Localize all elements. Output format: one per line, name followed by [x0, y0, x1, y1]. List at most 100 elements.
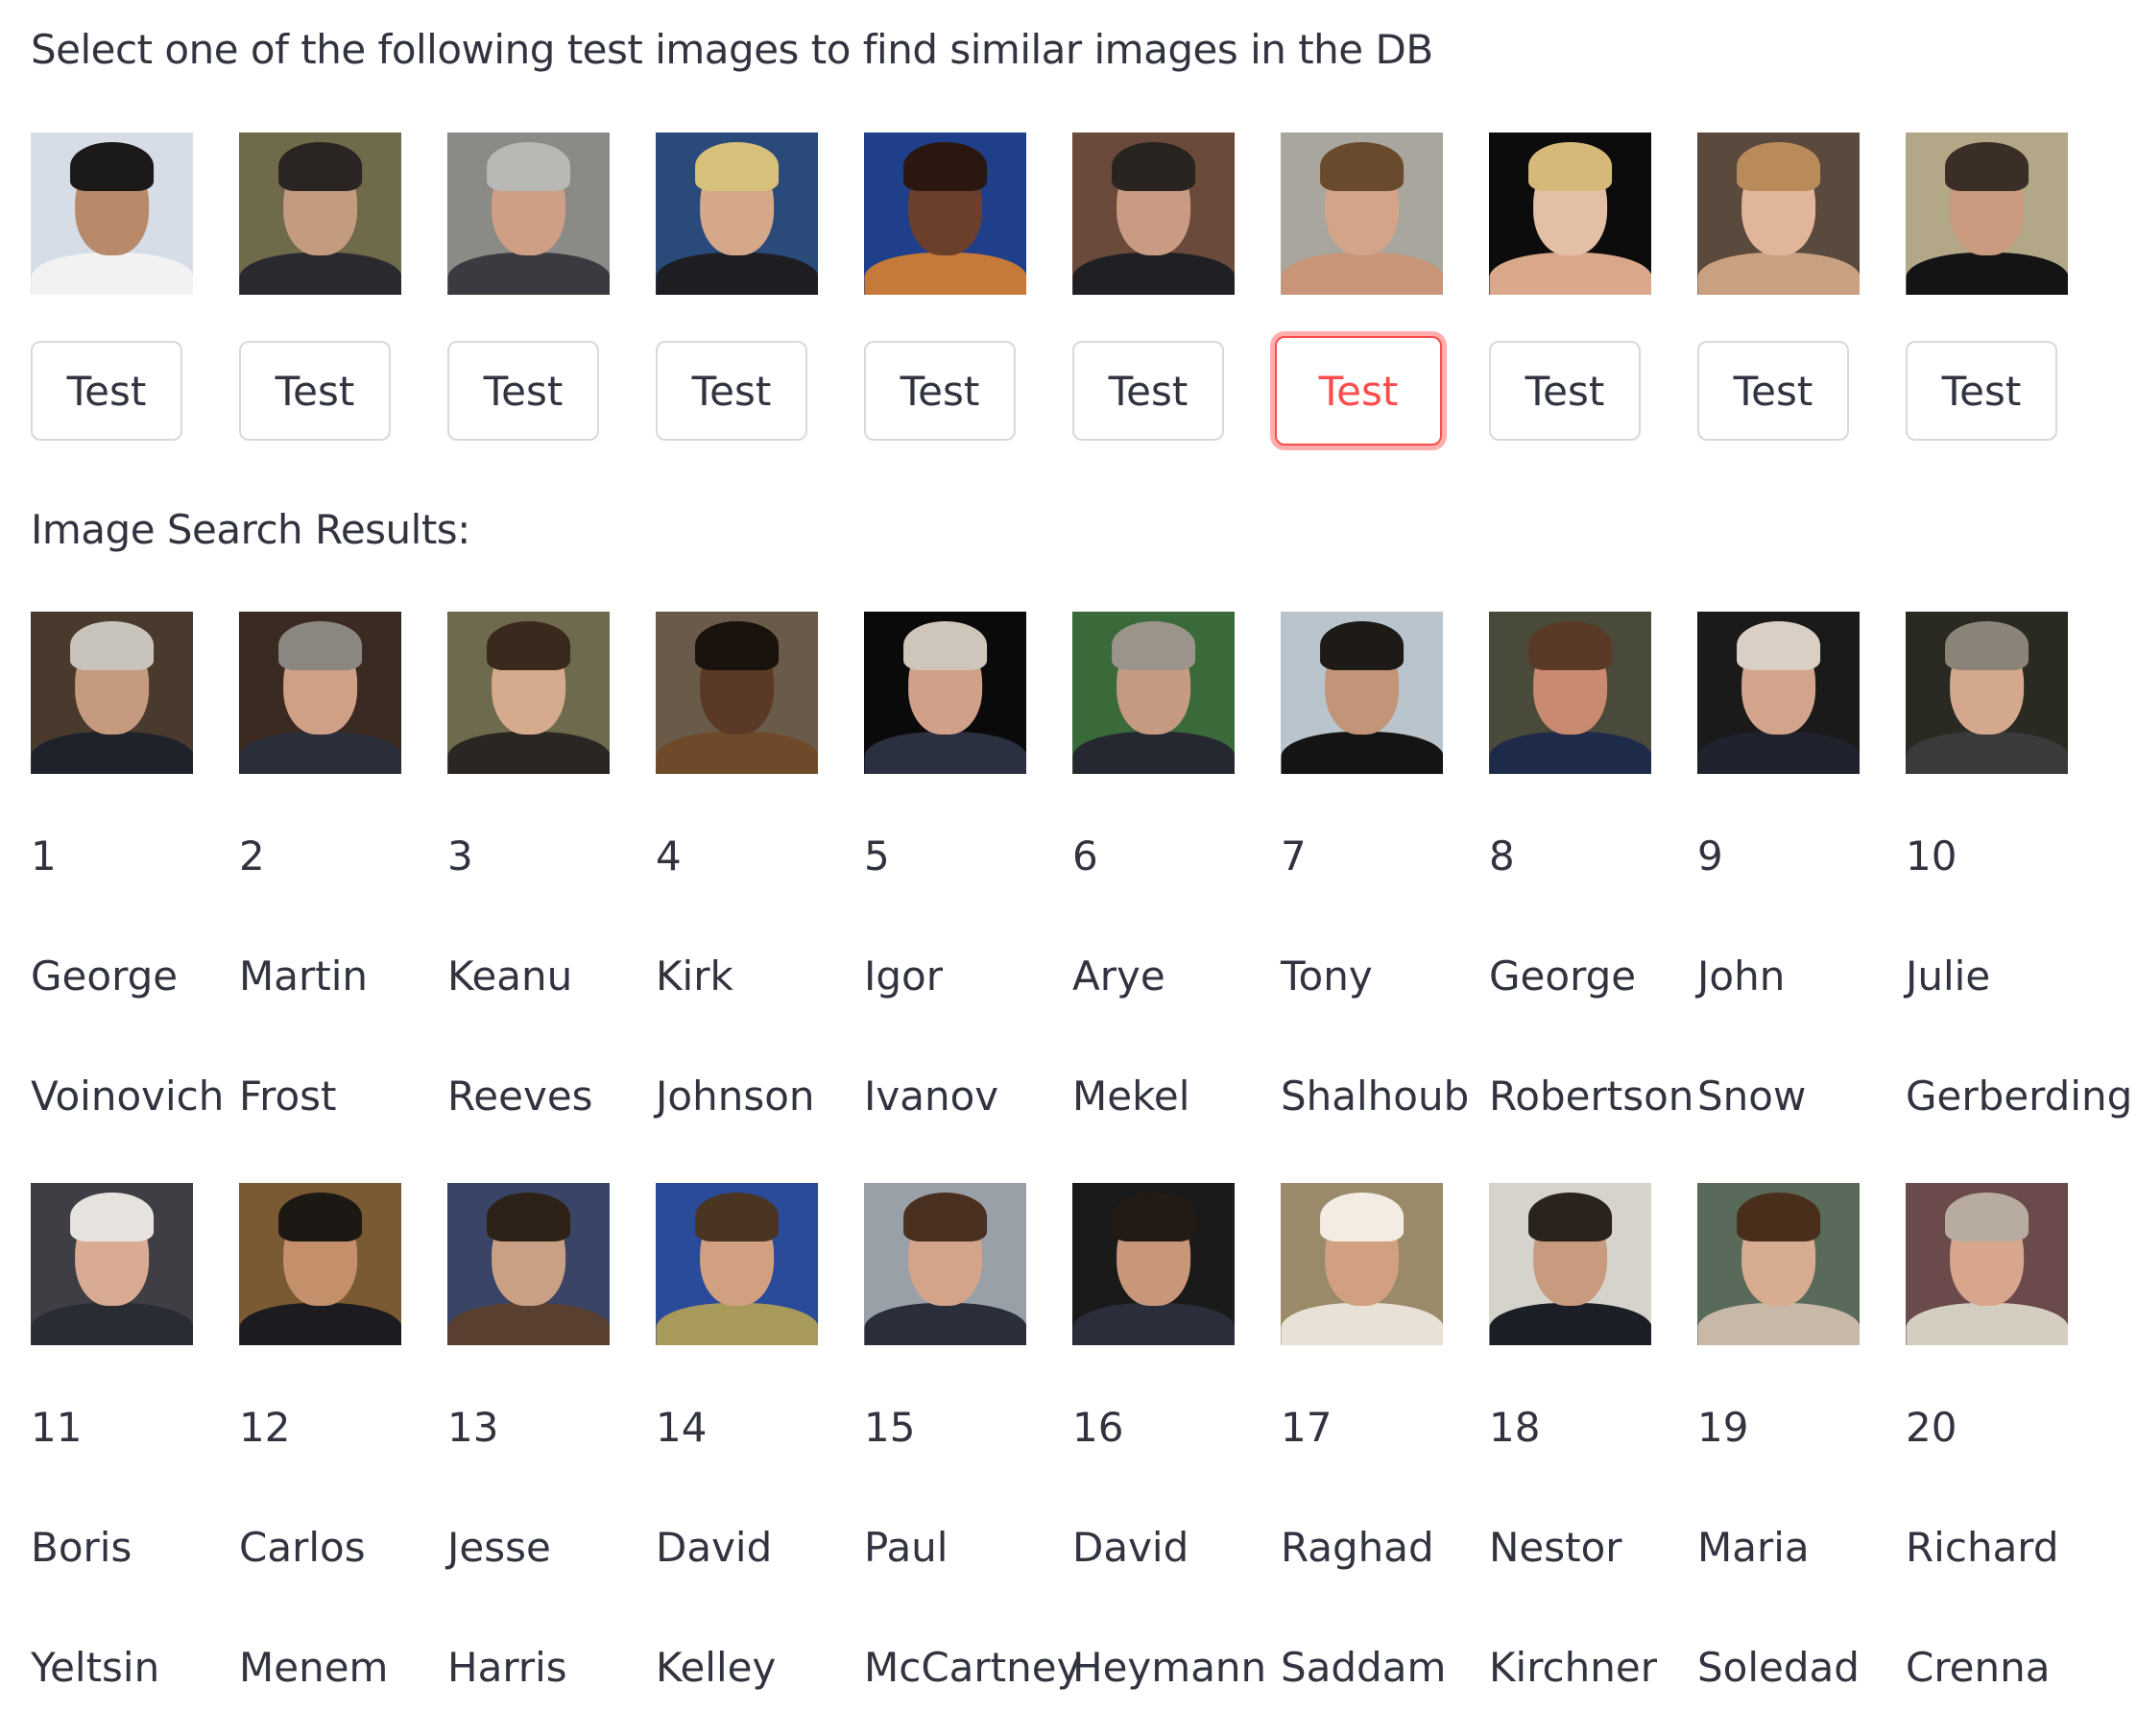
result-image	[1906, 1183, 2068, 1345]
result-item: 11 Boris Yeltsin	[31, 1183, 239, 1721]
result-image	[656, 1183, 818, 1345]
result-last-name: Menem	[239, 1644, 389, 1691]
result-rank: 7	[1281, 832, 1307, 880]
result-rank: 4	[656, 832, 682, 880]
result-first-name: Martin	[239, 952, 368, 1000]
photo-hair-shape	[1944, 142, 2029, 191]
test-image	[1697, 133, 1860, 295]
photo-hair-shape	[277, 1193, 363, 1242]
photo-hair-shape	[1527, 621, 1613, 670]
test-button-cell: Test	[1275, 336, 1489, 446]
result-image	[1281, 612, 1443, 774]
test-image-cell	[447, 133, 656, 295]
test-button[interactable]: Test	[1072, 341, 1224, 441]
result-item: 8 George Robertson	[1489, 612, 1697, 1149]
photo-body-shape	[1489, 732, 1651, 774]
result-first-name: Boris	[31, 1524, 132, 1571]
result-last-name: McCartney	[864, 1644, 1081, 1691]
photo-hair-shape	[277, 621, 363, 670]
result-image	[31, 1183, 193, 1345]
test-image-cell	[1697, 133, 1906, 295]
test-button-selected[interactable]: Test	[1275, 336, 1442, 446]
photo-hair-shape	[1736, 621, 1821, 670]
test-image	[656, 133, 818, 295]
photo-body-shape	[864, 732, 1026, 774]
result-rank: 14	[656, 1404, 708, 1451]
result-image	[864, 612, 1026, 774]
result-last-name: Ivanov	[864, 1073, 999, 1120]
result-image	[1281, 1183, 1443, 1345]
photo-hair-shape	[486, 621, 571, 670]
test-button-cell: Test	[239, 341, 447, 446]
test-button-cell: Test	[31, 341, 239, 446]
result-first-name: Carlos	[239, 1524, 366, 1571]
photo-hair-shape	[694, 1193, 780, 1242]
photo-hair-shape	[1736, 1193, 1821, 1242]
result-image	[1906, 612, 2068, 774]
test-button-cell: Test	[1906, 341, 2114, 446]
result-first-name: Jesse	[447, 1524, 551, 1571]
result-first-name: Arye	[1072, 952, 1165, 1000]
result-last-name: Robertson	[1489, 1073, 1694, 1120]
test-image-row	[31, 133, 2114, 295]
result-image	[1697, 1183, 1860, 1345]
test-button[interactable]: Test	[656, 341, 807, 441]
photo-hair-shape	[1111, 621, 1196, 670]
test-button[interactable]: Test	[1906, 341, 2057, 441]
result-last-name: Kirchner	[1489, 1644, 1657, 1691]
result-item: 18 Nestor Kirchner	[1489, 1183, 1697, 1721]
result-image	[656, 612, 818, 774]
result-first-name: David	[656, 1524, 773, 1571]
photo-body-shape	[31, 732, 193, 774]
test-button[interactable]: Test	[31, 341, 182, 441]
photo-hair-shape	[902, 621, 988, 670]
test-button[interactable]: Test	[864, 341, 1016, 441]
photo-hair-shape	[1944, 1193, 2029, 1242]
result-rank: 17	[1281, 1404, 1333, 1451]
result-first-name: Nestor	[1489, 1524, 1622, 1571]
test-image	[864, 133, 1026, 295]
result-first-name: Richard	[1906, 1524, 2059, 1571]
result-last-name: Crenna	[1906, 1644, 2051, 1691]
test-image	[447, 133, 610, 295]
result-first-name: Igor	[864, 952, 944, 1000]
result-last-name: Kelley	[656, 1644, 777, 1691]
photo-hair-shape	[694, 142, 780, 191]
result-first-name: Paul	[864, 1524, 948, 1571]
test-button[interactable]: Test	[1697, 341, 1849, 441]
test-image-cell	[864, 133, 1072, 295]
result-rank: 6	[1072, 832, 1098, 880]
photo-body-shape	[656, 732, 818, 774]
result-rank: 16	[1072, 1404, 1124, 1451]
photo-hair-shape	[1527, 1193, 1613, 1242]
result-item: 17 Raghad Saddam	[1281, 1183, 1489, 1721]
photo-hair-shape	[69, 142, 155, 191]
result-last-name: Shalhoub	[1281, 1073, 1470, 1120]
photo-hair-shape	[1111, 142, 1196, 191]
result-image	[239, 1183, 401, 1345]
result-image	[1489, 1183, 1651, 1345]
result-item: 4 Kirk Johnson	[656, 612, 864, 1149]
test-button[interactable]: Test	[447, 341, 599, 441]
photo-hair-shape	[694, 621, 780, 670]
result-item: 2 Martin Frost	[239, 612, 447, 1149]
result-item: 7 Tony Shalhoub	[1281, 612, 1489, 1149]
result-first-name: Keanu	[447, 952, 573, 1000]
test-button-cell: Test	[864, 341, 1072, 446]
result-rank: 3	[447, 832, 473, 880]
photo-body-shape	[447, 1303, 610, 1345]
photo-body-shape	[31, 1303, 193, 1345]
photo-body-shape	[1072, 732, 1235, 774]
photo-hair-shape	[1319, 142, 1405, 191]
photo-body-shape	[656, 1303, 818, 1345]
photo-body-shape	[1489, 253, 1651, 295]
result-rank: 8	[1489, 832, 1515, 880]
photo-hair-shape	[902, 1193, 988, 1242]
test-button[interactable]: Test	[239, 341, 391, 441]
result-rank: 18	[1489, 1404, 1541, 1451]
test-image-cell	[239, 133, 447, 295]
photo-body-shape	[1906, 732, 2068, 774]
results-heading: Image Search Results:	[31, 506, 470, 553]
result-first-name: Kirk	[656, 952, 733, 1000]
test-button[interactable]: Test	[1489, 341, 1641, 441]
